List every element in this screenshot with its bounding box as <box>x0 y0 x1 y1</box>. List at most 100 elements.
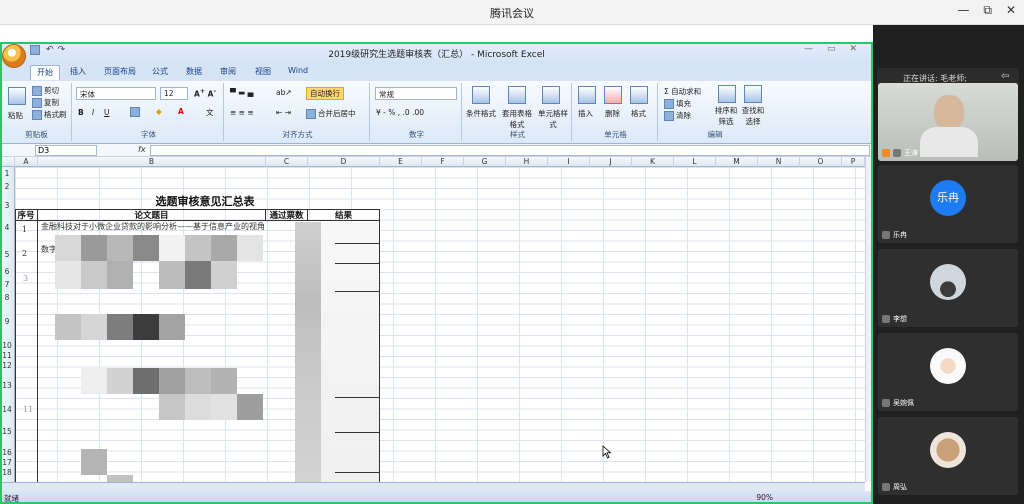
sort-filter-button[interactable]: 排序和筛选 <box>714 105 738 127</box>
fill-button[interactable]: 填充 <box>664 98 691 109</box>
cell-style-button[interactable]: 单元格样式 <box>538 108 568 130</box>
participant-tile[interactable]: 李想 <box>878 249 1018 327</box>
tab-home[interactable]: 开始 <box>30 65 60 80</box>
participant-tile[interactable]: 周弘 <box>878 417 1018 495</box>
tab-formulas[interactable]: 公式 <box>152 66 168 77</box>
italic-icon[interactable]: I <box>92 108 94 117</box>
select-all-corner[interactable] <box>0 157 15 167</box>
delete-cell-icon[interactable] <box>604 86 622 104</box>
clear-button[interactable]: 清除 <box>664 110 691 121</box>
row-header[interactable]: 11 <box>0 351 14 360</box>
excel-close-icon[interactable]: ✕ <box>849 44 857 54</box>
border-icon[interactable] <box>130 107 142 117</box>
row-header[interactable]: 15 <box>0 427 14 436</box>
col-header[interactable]: F <box>422 157 464 167</box>
name-box[interactable]: D3 <box>35 145 97 156</box>
align-left-icon[interactable]: ≡ ≡ ≡ <box>230 108 254 117</box>
row-header[interactable]: 9 <box>0 317 14 326</box>
phonetic-icon[interactable]: 文 <box>206 107 214 118</box>
autosum-button[interactable]: Σ 自动求和 <box>664 86 701 97</box>
participant-tile[interactable]: 吴婉佩 <box>878 333 1018 411</box>
col-header[interactable]: P <box>842 157 865 167</box>
find-select-button[interactable]: 查找和选择 <box>740 105 766 127</box>
tab-insert[interactable]: 插入 <box>70 66 86 77</box>
merge-center-button[interactable]: 合并后居中 <box>306 108 356 119</box>
format-painter-button[interactable]: 格式刷 <box>32 109 67 120</box>
participant-tile[interactable]: 乐冉 乐冉 <box>878 165 1018 243</box>
paste-icon[interactable] <box>8 87 26 105</box>
formula-input[interactable] <box>150 145 870 156</box>
col-header[interactable]: J <box>590 157 632 167</box>
col-header[interactable]: E <box>380 157 422 167</box>
excel-restore-icon[interactable]: ▭ <box>827 44 836 54</box>
number-format-select[interactable]: 常规 <box>375 87 457 100</box>
col-header[interactable]: M <box>716 157 758 167</box>
worksheet-grid[interactable]: 选题审核意见汇总表 序号 论文题目 通过票数 结果 1 金融科技对于小微企业贷款… <box>15 167 865 482</box>
zoom-level[interactable]: 90% <box>756 493 773 502</box>
row-header[interactable]: 1 <box>0 169 14 178</box>
format-button[interactable]: 格式 <box>631 108 646 119</box>
row-header[interactable]: 17 <box>0 458 14 467</box>
restore-button[interactable]: ⧉ <box>983 3 992 18</box>
table-format-icon[interactable] <box>508 86 526 104</box>
col-header[interactable]: A <box>15 157 38 167</box>
row-header[interactable]: 6 <box>0 267 14 276</box>
paste-button[interactable]: 粘贴 <box>8 110 23 121</box>
tab-data[interactable]: 数据 <box>186 66 202 77</box>
delete-button[interactable]: 删除 <box>605 108 620 119</box>
copy-button[interactable]: 复制 <box>32 97 59 108</box>
row-header[interactable]: 8 <box>0 293 14 302</box>
fill-color-icon[interactable]: ◆ <box>156 107 162 116</box>
col-header[interactable]: C <box>266 157 308 167</box>
row-header[interactable]: 12 <box>0 361 14 370</box>
save-icon[interactable] <box>30 45 40 55</box>
table-format-button[interactable]: 套用表格格式 <box>502 108 532 130</box>
align-top-icon[interactable]: ▀ ▬ ▄ <box>230 88 253 97</box>
orientation-icon[interactable]: ab↗ <box>276 88 292 97</box>
col-header[interactable]: G <box>464 157 506 167</box>
col-header[interactable]: H <box>506 157 548 167</box>
office-button[interactable] <box>2 44 26 68</box>
close-button[interactable]: ✕ <box>1006 3 1016 18</box>
minimize-button[interactable]: — <box>957 3 969 18</box>
fx-icon[interactable]: fx <box>138 145 146 154</box>
excel-minimize-icon[interactable]: — <box>804 44 813 54</box>
find-select-icon[interactable] <box>744 85 762 103</box>
insert-cell-icon[interactable] <box>578 86 596 104</box>
row-header[interactable]: 10 <box>0 341 14 350</box>
col-header[interactable]: K <box>632 157 674 167</box>
row-header[interactable]: 13 <box>0 381 14 390</box>
format-cell-icon[interactable] <box>630 86 648 104</box>
conditional-format-button[interactable]: 条件格式 <box>466 108 496 119</box>
tab-review[interactable]: 审阅 <box>220 66 236 77</box>
col-header[interactable]: I <box>548 157 590 167</box>
sort-filter-icon[interactable] <box>718 85 736 103</box>
row-header[interactable]: 16 <box>0 448 14 457</box>
percent-icon[interactable]: ¥ - % , .0 .00 <box>376 108 424 117</box>
wrap-text-button[interactable]: 自动换行 <box>306 87 344 100</box>
row-header[interactable]: 7 <box>0 280 14 289</box>
undo-icon[interactable]: ↶ <box>46 45 54 55</box>
row-header[interactable]: 4 <box>0 223 14 232</box>
row-header[interactable]: 3 <box>0 201 14 210</box>
cell-style-icon[interactable] <box>542 86 560 104</box>
underline-icon[interactable]: U <box>104 108 110 117</box>
cut-button[interactable]: 剪切 <box>32 85 59 96</box>
participant-tile[interactable]: 王涛 <box>878 83 1018 161</box>
col-header[interactable]: B <box>38 157 266 167</box>
redo-icon[interactable]: ↷ <box>58 45 66 55</box>
col-header[interactable]: N <box>758 157 800 167</box>
conditional-format-icon[interactable] <box>472 86 490 104</box>
bold-icon[interactable]: B <box>78 108 84 117</box>
row-header[interactable]: 5 <box>0 250 14 259</box>
indent-icon[interactable]: ⇤ ⇥ <box>276 108 291 117</box>
row-header[interactable]: 2 <box>0 182 14 191</box>
col-header[interactable]: D <box>308 157 380 167</box>
font-name-select[interactable]: 宋体 <box>76 87 156 100</box>
tab-page-layout[interactable]: 页面布局 <box>104 66 136 77</box>
grow-font-icon[interactable]: A+ A- <box>194 88 216 99</box>
tab-wind[interactable]: Wind <box>288 66 308 75</box>
row-header[interactable]: 18 <box>0 468 14 477</box>
tab-view[interactable]: 视图 <box>255 66 271 77</box>
row-header[interactable]: 14 <box>0 405 14 414</box>
